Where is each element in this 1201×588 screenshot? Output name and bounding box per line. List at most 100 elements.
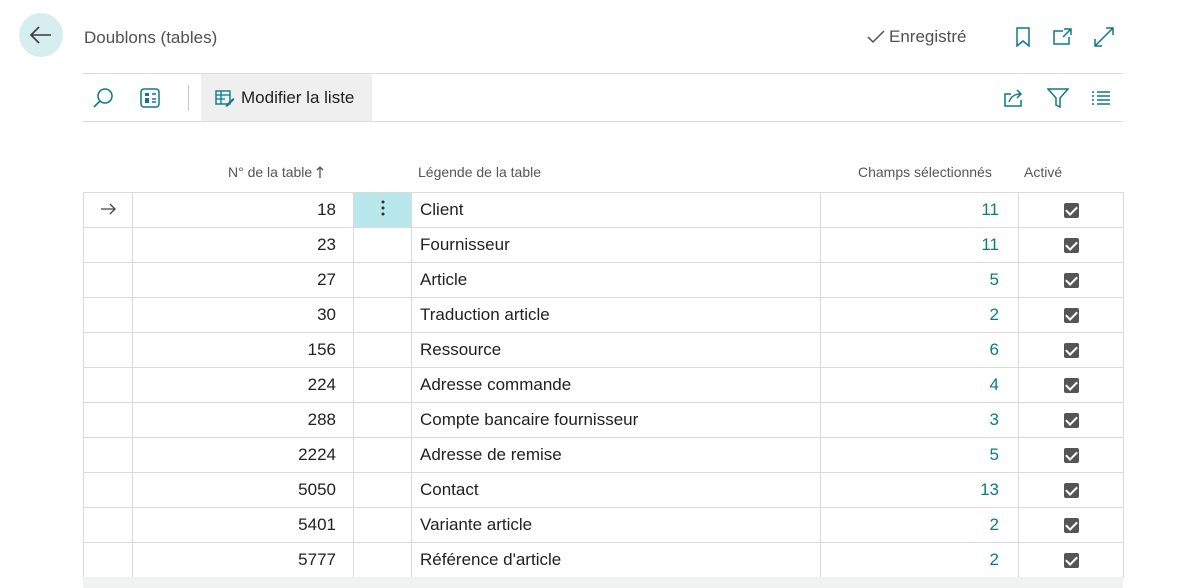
table-row[interactable]: 5777 Référence d'article 2 [83, 542, 1124, 578]
row-actions-menu[interactable] [353, 472, 412, 508]
cell-selected-fields[interactable]: 2 [820, 297, 1019, 333]
active-checkbox[interactable] [1063, 518, 1079, 534]
toolbar-divider-bottom [83, 121, 1123, 122]
cell-table-no[interactable]: 5401 [132, 507, 354, 543]
table-row[interactable]: 288 Compte bancaire fournisseur 3 [83, 402, 1124, 438]
column-header-active[interactable]: Activé [1024, 164, 1062, 180]
row-actions-menu[interactable] [353, 332, 412, 368]
cell-active [1018, 507, 1124, 543]
cell-table-no[interactable]: 224 [132, 367, 354, 403]
row-actions-menu[interactable] [353, 542, 412, 578]
cell-active [1018, 402, 1124, 438]
edit-list-button[interactable]: Modifier la liste [201, 74, 372, 121]
cell-table-caption[interactable]: Adresse commande [411, 367, 821, 403]
cell-selected-fields[interactable]: 5 [820, 262, 1019, 298]
cell-table-no[interactable]: 5050 [132, 472, 354, 508]
column-header-caption[interactable]: Légende de la table [418, 164, 541, 180]
row-indicator [83, 472, 133, 508]
cell-selected-fields[interactable]: 4 [820, 367, 1019, 403]
cell-table-caption[interactable]: Variante article [411, 507, 821, 543]
table-row[interactable]: 5401 Variante article 2 [83, 507, 1124, 543]
row-actions-menu[interactable] [353, 402, 412, 438]
row-actions-menu[interactable] [353, 227, 412, 263]
table-row[interactable]: 2224 Adresse de remise 5 [83, 437, 1124, 473]
cell-selected-fields[interactable]: 2 [820, 507, 1019, 543]
cell-table-no[interactable]: 18 [132, 192, 354, 228]
cell-table-caption[interactable]: Adresse de remise [411, 437, 821, 473]
table-row[interactable]: 224 Adresse commande 4 [83, 367, 1124, 403]
cell-selected-fields[interactable]: 2 [820, 542, 1019, 578]
row-actions-menu[interactable] [353, 262, 412, 298]
active-checkbox[interactable] [1063, 203, 1079, 219]
row-actions-menu[interactable] [353, 507, 412, 543]
cell-selected-fields[interactable]: 3 [820, 402, 1019, 438]
cell-table-caption[interactable]: Contact [411, 472, 821, 508]
cell-active [1018, 297, 1124, 333]
cell-table-no[interactable]: 5777 [132, 542, 354, 578]
cell-active [1018, 262, 1124, 298]
table-row[interactable]: 5050 Contact 13 [83, 472, 1124, 508]
cell-active [1018, 472, 1124, 508]
active-checkbox[interactable] [1063, 238, 1079, 254]
search-button[interactable] [90, 85, 116, 111]
cell-table-caption[interactable]: Article [411, 262, 821, 298]
active-checkbox[interactable] [1063, 553, 1079, 569]
table-row[interactable]: 156 Ressource 6 [83, 332, 1124, 368]
row-indicator [83, 192, 133, 228]
view-layout-button[interactable] [137, 85, 163, 111]
cell-table-no[interactable]: 27 [132, 262, 354, 298]
cell-table-no[interactable]: 30 [132, 297, 354, 333]
active-checkbox[interactable] [1063, 448, 1079, 464]
list-options-button[interactable] [1088, 85, 1114, 111]
cell-table-no[interactable]: 2224 [132, 437, 354, 473]
active-checkbox[interactable] [1063, 308, 1079, 324]
active-checkbox[interactable] [1063, 343, 1079, 359]
table-row[interactable]: 30 Traduction article 2 [83, 297, 1124, 333]
cell-table-caption[interactable]: Client [411, 192, 821, 228]
cell-table-caption[interactable]: Ressource [411, 332, 821, 368]
sort-ascending-icon [316, 165, 324, 178]
cell-table-no[interactable]: 156 [132, 332, 354, 368]
cell-table-caption[interactable]: Traduction article [411, 297, 821, 333]
cell-table-caption[interactable]: Compte bancaire fournisseur [411, 402, 821, 438]
share-button[interactable] [1001, 85, 1027, 111]
cell-table-no[interactable]: 23 [132, 227, 354, 263]
back-button[interactable] [19, 13, 63, 57]
toolbar-separator [188, 85, 189, 111]
cell-selected-fields[interactable]: 6 [820, 332, 1019, 368]
table-row[interactable]: 27 Article 5 [83, 262, 1124, 298]
cell-selected-fields[interactable]: 13 [820, 472, 1019, 508]
cell-table-caption[interactable]: Fournisseur [411, 227, 821, 263]
active-checkbox[interactable] [1063, 413, 1079, 429]
active-checkbox[interactable] [1063, 483, 1079, 499]
arrow-left-icon [30, 26, 51, 44]
filter-button[interactable] [1045, 85, 1071, 111]
active-checkbox[interactable] [1063, 273, 1079, 289]
row-indicator [83, 507, 133, 543]
row-actions-menu[interactable] [353, 367, 412, 403]
column-header-table-no[interactable]: N° de la table [228, 164, 324, 180]
open-new-window-button[interactable] [1049, 24, 1075, 50]
cell-selected-fields[interactable]: 11 [820, 192, 1019, 228]
cell-selected-fields[interactable]: 5 [820, 437, 1019, 473]
active-checkbox[interactable] [1063, 378, 1079, 394]
filter-icon [1047, 88, 1069, 108]
cell-table-no[interactable]: 288 [132, 402, 354, 438]
grid-footer-strip [83, 577, 1123, 588]
row-actions-menu[interactable] [353, 297, 412, 333]
cell-active [1018, 227, 1124, 263]
table-row[interactable]: 23 Fournisseur 11 [83, 227, 1124, 263]
row-indicator [83, 542, 133, 578]
row-actions-menu[interactable] [353, 192, 412, 228]
cell-table-caption[interactable]: Référence d'article [411, 542, 821, 578]
duplicates-table: 18 Client 11 23 Fournisseur 11 27 Article 5 30 Tra… [83, 192, 1124, 578]
cell-selected-fields[interactable]: 11 [820, 227, 1019, 263]
expand-button[interactable] [1091, 24, 1117, 50]
edit-list-label: Modifier la liste [241, 87, 355, 107]
cell-active [1018, 542, 1124, 578]
row-actions-menu[interactable] [353, 437, 412, 473]
column-header-selected-fields[interactable]: Champs sélectionnés [858, 164, 992, 180]
expand-icon [1094, 27, 1114, 47]
table-row[interactable]: 18 Client 11 [83, 192, 1124, 228]
bookmark-button[interactable] [1010, 24, 1036, 50]
